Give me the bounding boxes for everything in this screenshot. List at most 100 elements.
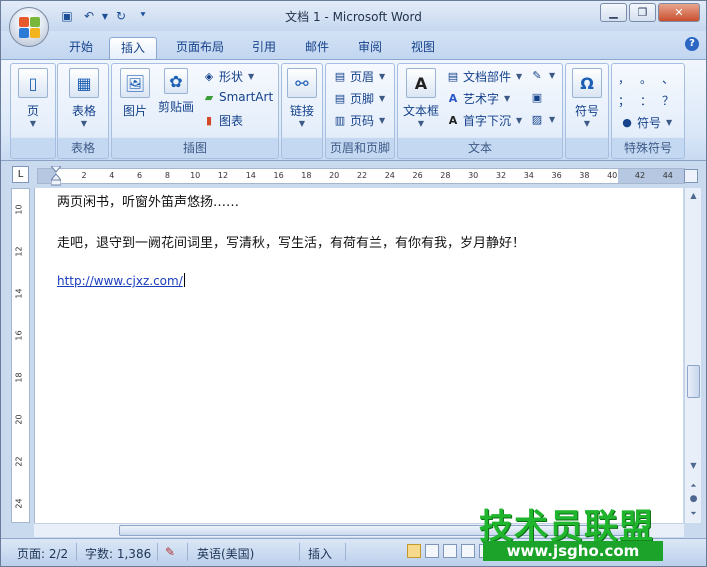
chart-button[interactable]: ▮ 图表	[202, 112, 243, 129]
title-bar: ▣ ↶ ▼ ↻ ⯆ 文档 1 - Microsoft Word ▁ ❐ ✕	[1, 1, 706, 31]
proofing-icon[interactable]: ✎	[165, 545, 175, 559]
links-button[interactable]: ⚯ 链接 ▼	[286, 68, 318, 128]
next-page-icon[interactable]: ⏷	[686, 506, 701, 521]
word-count[interactable]: 字数: 1,386	[85, 545, 151, 562]
wordart-icon: A	[448, 92, 458, 105]
clipart-button[interactable]: ✿ 剪贴画	[156, 68, 196, 115]
tab-insert[interactable]: 插入	[109, 37, 157, 60]
paragraph-2[interactable]: 走吧，退守到一阙花间词里，写清秋，写生活，有荷有兰，有你有我，岁月静好！	[57, 232, 525, 251]
ruler-tick: 42	[634, 171, 646, 180]
dropcap-button[interactable]: A 首字下沉 ▼	[446, 112, 522, 129]
document-page[interactable]: 两页闲书，听窗外笛声悠扬…… 走吧，退守到一阙花间词里，写清秋，写生活，有荷有兰…	[34, 188, 683, 523]
help-icon[interactable]: ?	[685, 37, 699, 51]
signature-line-icon: ✎	[532, 68, 542, 82]
text-cursor	[183, 273, 185, 287]
page-number-button[interactable]: ▥ 页码 ▼	[333, 112, 385, 129]
footer-button[interactable]: ▤ 页脚 ▼	[333, 90, 385, 107]
watermark-url: www.jsgho.com	[483, 541, 663, 561]
symbol-colon[interactable]: ：	[640, 92, 652, 109]
tab-mailings[interactable]: 邮件	[295, 37, 339, 59]
picture-icon: 🖼	[120, 68, 150, 98]
restore-button[interactable]: ❐	[629, 3, 656, 22]
object-icon: ▨	[531, 112, 543, 126]
tab-references[interactable]: 引用	[242, 37, 286, 59]
date-time-button[interactable]: ▣	[530, 90, 544, 104]
print-layout-view-icon[interactable]	[407, 544, 421, 558]
symbol-button[interactable]: Ω 符号 ▼	[571, 68, 603, 128]
scroll-down-icon[interactable]: ▼	[686, 458, 701, 473]
chevron-down-icon: ▼	[80, 119, 88, 128]
more-symbols-button[interactable]: ● 符号 ▼	[620, 114, 672, 131]
office-button[interactable]	[9, 7, 49, 47]
dropcap-icon: A	[448, 114, 458, 127]
web-layout-view-icon[interactable]	[443, 544, 457, 558]
group-caption-tables: 表格	[70, 141, 95, 155]
dropcap-label: 首字下沉	[463, 114, 512, 128]
tab-view[interactable]: 视图	[401, 37, 445, 59]
object-button[interactable]: ▨ ▼	[530, 112, 555, 126]
group-symbols: Ω 符号 ▼	[565, 63, 609, 159]
paragraph-3[interactable]: http://www.cjxz.com/	[57, 273, 185, 289]
minimize-button[interactable]: ▁	[600, 3, 627, 22]
table-button[interactable]: ▦ 表格 ▼	[67, 68, 101, 128]
tab-review[interactable]: 审阅	[348, 37, 392, 59]
ruler-tick: 12	[217, 171, 229, 180]
page-count[interactable]: 页面: 2/2	[17, 545, 68, 562]
table-button-label: 表格	[71, 104, 96, 118]
symbol-question[interactable]: ？	[662, 92, 674, 109]
scroll-up-icon[interactable]: ▲	[686, 188, 701, 203]
ruler-tick: 6	[137, 171, 143, 180]
vertical-ruler[interactable]: 10 12 14 16 18 20 22 24	[11, 188, 30, 523]
ruler-tick: 32	[495, 171, 507, 180]
vertical-ruler-tick: 12	[14, 246, 24, 257]
ruler-tick: 36	[551, 171, 562, 180]
office-logo-icon	[19, 17, 41, 39]
vertical-ruler-tick: 10	[14, 204, 24, 215]
textbox-button-label: 文本框	[402, 104, 439, 118]
textbox-button[interactable]: A 文本框 ▼	[401, 68, 441, 128]
symbol-comma[interactable]: ，	[618, 70, 630, 87]
hyperlink[interactable]: http://www.cjxz.com/	[57, 274, 183, 288]
footer-icon: ▤	[334, 92, 346, 105]
symbol-period[interactable]: 。	[640, 70, 652, 87]
chevron-down-icon: ▼	[549, 114, 556, 124]
pages-button-label: 页	[26, 104, 39, 118]
indent-marker-icon[interactable]	[51, 166, 61, 186]
close-button[interactable]: ✕	[658, 3, 700, 22]
header-button[interactable]: ▤ 页眉 ▼	[333, 68, 385, 85]
wordart-label: 艺术字	[463, 92, 500, 106]
insert-mode-indicator[interactable]: 插入	[308, 545, 332, 562]
group-links: ⚯ 链接 ▼	[281, 63, 323, 159]
vertical-ruler-tick: 18	[14, 372, 24, 383]
previous-page-icon[interactable]: ⏶	[686, 478, 701, 493]
scroll-thumb[interactable]	[687, 365, 700, 398]
horizontal-ruler[interactable]: 2 4 6 8 10 12 14 16 18 20 22 24 26 28 30 32 34 36 38 40 42 44	[37, 166, 685, 186]
vertical-ruler-tick: 20	[14, 414, 24, 425]
picture-button[interactable]: 🖼 图片	[117, 68, 153, 119]
shapes-icon: ◈	[204, 70, 214, 83]
ruler-tick: 2	[81, 171, 87, 180]
tab-selector-icon[interactable]: L	[12, 166, 29, 183]
vertical-scrollbar[interactable]: ▲ ▼ ⏶ ● ⏷	[684, 188, 701, 523]
quickparts-button[interactable]: ▤ 文档部件 ▼	[446, 68, 522, 85]
symbol-enumeration-comma[interactable]: 、	[662, 70, 674, 87]
ruler-tick: 20	[329, 171, 340, 180]
page-number-icon: ▥	[334, 114, 346, 127]
tab-page-layout[interactable]: 页面布局	[167, 37, 233, 59]
symbol-semicolon[interactable]: ；	[618, 92, 630, 109]
full-screen-reading-view-icon[interactable]	[425, 544, 439, 558]
shapes-label: 形状	[219, 70, 244, 84]
language-indicator[interactable]: 英语(美国)	[197, 545, 254, 562]
ruler-toggle-icon[interactable]	[684, 169, 698, 183]
smartart-button[interactable]: ▰ SmartArt	[202, 90, 273, 104]
tab-home[interactable]: 开始	[59, 37, 103, 59]
status-separator	[299, 543, 300, 561]
signature-line-button[interactable]: ✎ ▼	[530, 68, 555, 82]
pages-button[interactable]: ▯ 页 ▼	[17, 68, 49, 128]
outline-view-icon[interactable]	[461, 544, 475, 558]
shapes-button[interactable]: ◈ 形状 ▼	[202, 68, 254, 85]
paragraph-1[interactable]: 两页闲书，听窗外笛声悠扬……	[57, 191, 239, 210]
wordart-button[interactable]: A 艺术字 ▼	[446, 90, 510, 107]
browse-object-icon[interactable]: ●	[686, 492, 701, 507]
bullet-icon: ●	[622, 116, 632, 129]
